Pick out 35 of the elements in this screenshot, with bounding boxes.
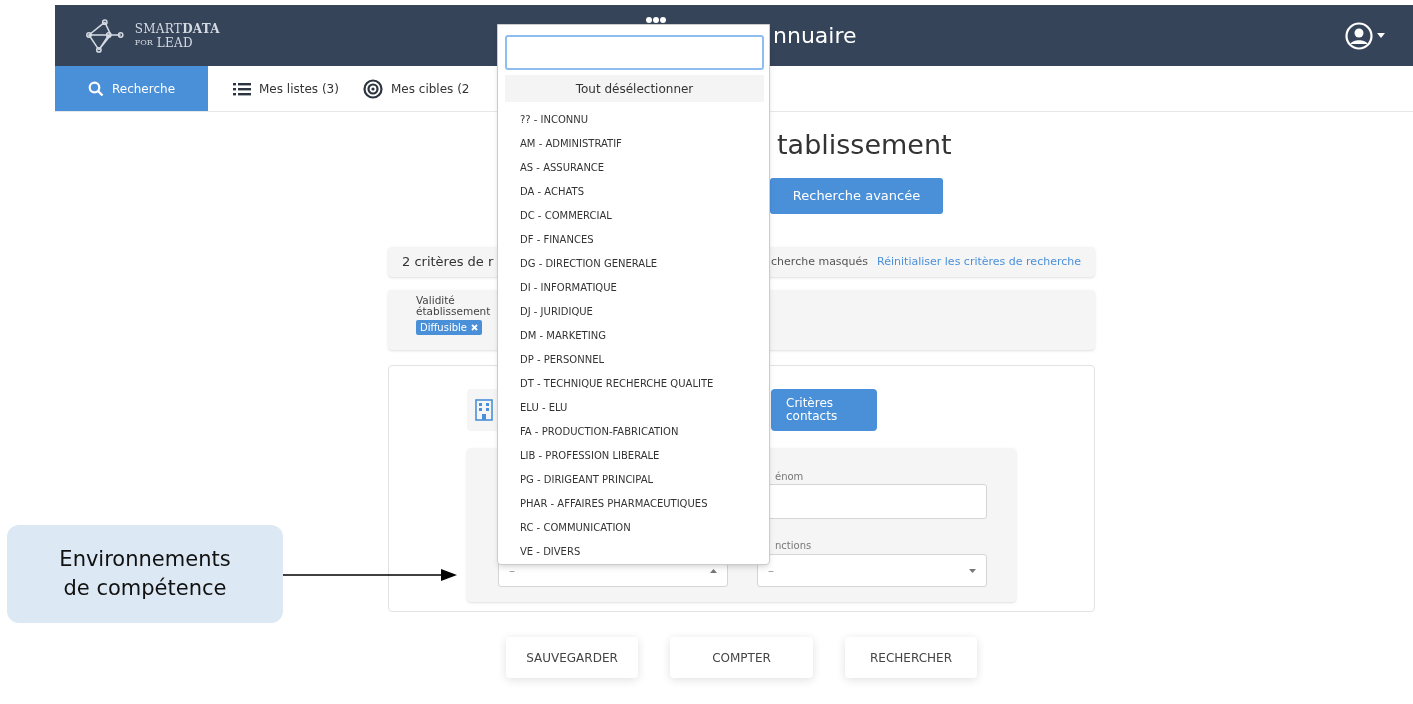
- page-title: tablissement: [777, 129, 953, 161]
- dropdown-option[interactable]: DJ - JURIDIQUE: [505, 300, 762, 324]
- app-title: nnuaire: [773, 22, 857, 50]
- callout-label: Environnements de compétence: [7, 525, 283, 623]
- dropdown-option[interactable]: DP - PERSONNEL: [505, 348, 762, 372]
- nav-tab[interactable]: Mes cibles (2: [363, 66, 472, 111]
- criteria-count-text: 2 critères de r: [402, 253, 494, 272]
- field-label: nctions: [774, 539, 813, 553]
- logo-small-text: FOR: [134, 38, 153, 47]
- dropdown-option[interactable]: DM - MARKETING: [505, 324, 762, 348]
- dropdown-option[interactable]: AM - ADMINISTRATIF: [505, 132, 762, 156]
- nav-tab[interactable]: Mes listes (3): [208, 66, 363, 111]
- dropdown-option[interactable]: FA - PRODUCTION-FABRICATION: [505, 420, 762, 444]
- dropdown-option[interactable]: DT - TECHNIQUE RECHERCHE QUALITE: [505, 372, 762, 396]
- action-button[interactable]: RECHERCHER: [845, 637, 977, 678]
- dropdown-option[interactable]: RC - COMMUNICATION: [505, 516, 762, 540]
- dropdown-option[interactable]: ?? - INCONNU: [505, 108, 762, 132]
- hidden-criteria-text: cherche masqués: [771, 253, 869, 270]
- dropdown-option[interactable]: ELU - ELU: [505, 396, 762, 420]
- deselect-all-button[interactable]: Tout désélectionner: [505, 75, 764, 102]
- dropdown-option[interactable]: DC - COMMERCIAL: [505, 204, 762, 228]
- dropdown-option[interactable]: DI - INFORMATIQUE: [505, 276, 762, 300]
- logo-text: LEAD: [156, 36, 193, 49]
- criterion-label: Validité établissement: [416, 295, 492, 317]
- dropdown-option[interactable]: DF - FINANCES: [505, 228, 762, 252]
- action-button[interactable]: SAUVEGARDER: [506, 637, 638, 678]
- dropdown-option[interactable]: PHAR - AFFAIRES PHARMACEUTIQUES: [505, 492, 762, 516]
- field-label: énom: [774, 470, 805, 484]
- dropdown-option[interactable]: DA - ACHATS: [505, 180, 762, 204]
- dropdown-option[interactable]: LIB - PROFESSION LIBERALE: [505, 444, 762, 468]
- action-button[interactable]: COMPTER: [670, 637, 813, 678]
- dropdown-option[interactable]: DG - DIRECTION GENERALE: [505, 252, 762, 276]
- dropdown-option[interactable]: AS - ASSURANCE: [505, 156, 762, 180]
- dropdown-option[interactable]: PG - DIRIGEANT PRINCIPAL: [505, 468, 762, 492]
- logo-text: SMARTDATA: [134, 22, 220, 35]
